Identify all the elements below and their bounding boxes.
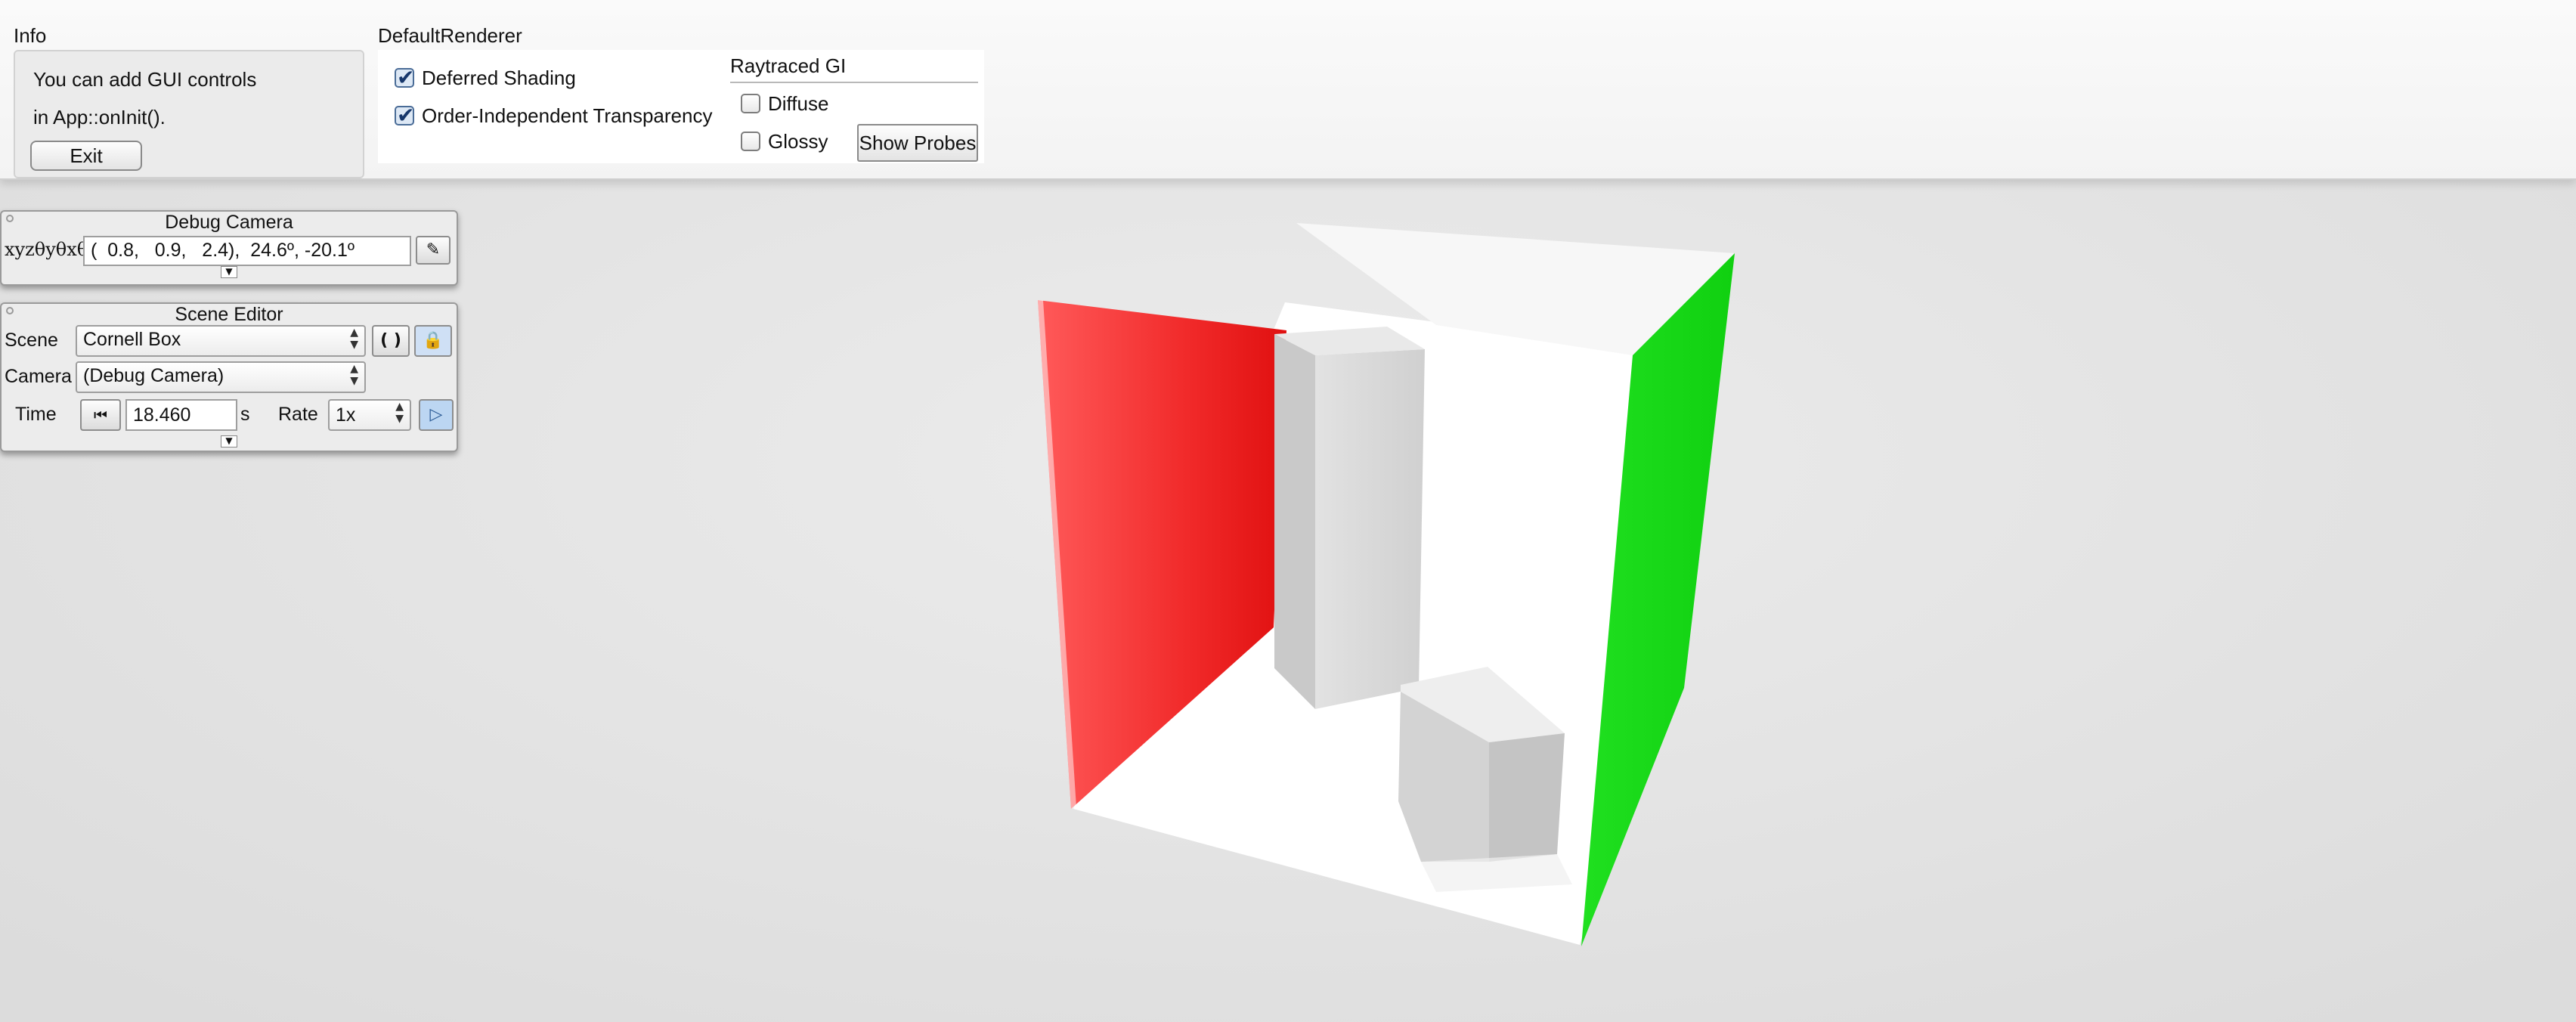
deferred-shading-checkbox[interactable] bbox=[395, 65, 414, 90]
time-label: Time bbox=[15, 404, 57, 425]
camera-dropdown[interactable]: (Debug Camera) ▲ ▼ bbox=[76, 361, 366, 393]
time-field[interactable]: 18.460 bbox=[125, 399, 237, 431]
lock-icon[interactable]: 🔒 bbox=[414, 325, 452, 357]
renderer-title: DefaultRenderer bbox=[378, 24, 522, 47]
rate-dropdown-value: 1x bbox=[336, 404, 356, 426]
diffuse-label: Diffuse bbox=[768, 92, 829, 115]
info-text-line-2: in App::onInit(). bbox=[33, 106, 166, 129]
glossy-checkbox[interactable] bbox=[741, 132, 760, 151]
scene-label: Scene bbox=[5, 330, 58, 351]
rewind-icon[interactable]: ⏮ bbox=[80, 399, 121, 431]
debug-camera-title[interactable]: Debug Camera bbox=[2, 212, 457, 234]
rate-label: Rate bbox=[278, 404, 318, 425]
chevron-down-icon[interactable]: ▼ bbox=[221, 266, 237, 278]
diffuse-checkbox[interactable] bbox=[741, 94, 760, 113]
deferred-shading-label: Deferred Shading bbox=[422, 67, 576, 89]
pencil-icon[interactable]: ✎ bbox=[416, 236, 450, 265]
camera-coordinates-field[interactable]: ( 0.8, 0.9, 2.4), 24.6º, -20.1º bbox=[83, 236, 411, 266]
oit-checkbox[interactable] bbox=[395, 103, 414, 128]
show-probes-button[interactable]: Show Probes bbox=[857, 124, 978, 162]
debug-camera-panel: Debug Camera xyzθyθxθz ( 0.8, 0.9, 2.4),… bbox=[0, 210, 458, 286]
camera-dropdown-value: (Debug Camera) bbox=[83, 365, 224, 386]
exit-button[interactable]: Exit bbox=[30, 141, 142, 171]
play-icon[interactable]: ▷ bbox=[419, 399, 454, 431]
developer-toolbar: Info You can add GUI controls in App::on… bbox=[0, 0, 2576, 180]
time-unit: s bbox=[240, 404, 250, 425]
chevron-down-icon[interactable]: ▼ bbox=[221, 435, 237, 448]
raytraced-gi-title: Raytraced GI bbox=[730, 54, 847, 77]
tall-box-front bbox=[1315, 349, 1425, 709]
info-panel: You can add GUI controls in App::onInit(… bbox=[14, 50, 364, 178]
scene-dropdown-value: Cornell Box bbox=[83, 329, 181, 350]
reload-icon[interactable]: ( ) bbox=[372, 325, 410, 357]
short-box-right bbox=[1489, 733, 1565, 862]
info-text-line-1: You can add GUI controls bbox=[33, 68, 257, 91]
scene-editor-title[interactable]: Scene Editor bbox=[2, 304, 457, 326]
oit-label: Order-Independent Transparency bbox=[422, 104, 713, 127]
rate-dropdown[interactable]: 1x ▲ ▼ bbox=[328, 399, 411, 431]
updown-arrows-icon: ▲ ▼ bbox=[350, 363, 358, 387]
glossy-label: Glossy bbox=[768, 130, 828, 153]
scene-dropdown[interactable]: Cornell Box ▲ ▼ bbox=[76, 325, 366, 357]
updown-arrows-icon: ▲ ▼ bbox=[395, 401, 404, 425]
scene-editor-panel: Scene Editor Scene Cornell Box ▲ ▼ ( ) 🔒 … bbox=[0, 302, 458, 452]
updown-arrows-icon: ▲ ▼ bbox=[350, 327, 358, 351]
tall-box-side bbox=[1274, 334, 1315, 709]
camera-label: Camera bbox=[5, 366, 72, 387]
info-title: Info bbox=[14, 24, 47, 47]
gi-divider bbox=[730, 82, 978, 83]
